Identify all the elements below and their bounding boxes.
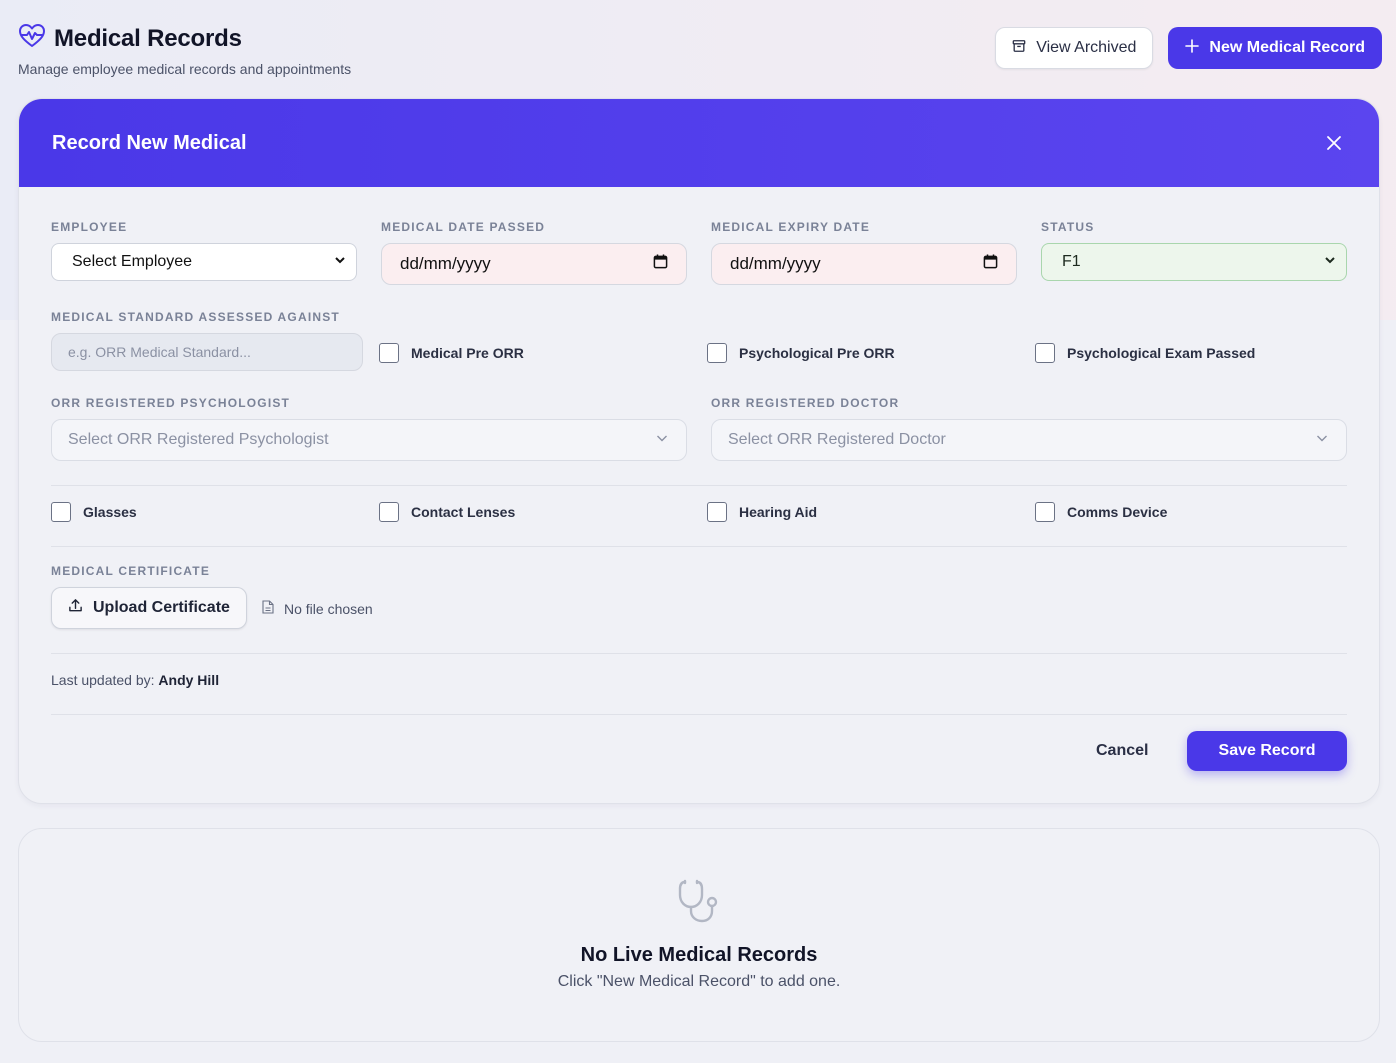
checkbox-box[interactable] xyxy=(379,502,399,522)
checkbox-box[interactable] xyxy=(1035,343,1055,363)
date-passed-value: dd/mm/yyyy xyxy=(400,254,491,273)
standard-placeholder: e.g. ORR Medical Standard... xyxy=(68,344,251,360)
empty-state-card: No Live Medical Records Click "New Medic… xyxy=(18,828,1380,1042)
expiry-date-input[interactable]: dd/mm/yyyy xyxy=(711,243,1017,285)
cancel-button[interactable]: Cancel xyxy=(1096,742,1148,760)
divider xyxy=(51,653,1347,654)
employee-select-value: Select Employee xyxy=(72,253,193,270)
last-updated-user: Andy Hill xyxy=(158,672,220,688)
checkbox-box[interactable] xyxy=(1035,502,1055,522)
view-archived-button[interactable]: View Archived xyxy=(995,27,1154,69)
checkbox-label: Psychological Exam Passed xyxy=(1067,345,1256,361)
new-medical-form-card: Record New Medical Employee Medical Date… xyxy=(18,98,1380,804)
new-medical-record-button[interactable]: New Medical Record xyxy=(1168,27,1382,69)
upload-certificate-button[interactable]: Upload Certificate xyxy=(51,587,247,629)
checkbox-label: Medical Pre ORR xyxy=(411,345,524,361)
empty-state-title: No Live Medical Records xyxy=(580,944,818,966)
employee-label: Employee xyxy=(51,220,128,234)
form-title: Record New Medical xyxy=(52,131,247,154)
last-updated-prefix: Last updated by: xyxy=(51,672,155,688)
archive-icon xyxy=(1012,39,1026,58)
checkbox-box[interactable] xyxy=(379,343,399,363)
upload-certificate-label: Upload Certificate xyxy=(93,599,230,616)
divider xyxy=(51,485,1347,486)
checkbox-label: Hearing Aid xyxy=(739,504,818,520)
plus-icon xyxy=(1185,38,1200,58)
file-status-text: No file chosen xyxy=(284,600,373,617)
status-select-value: F1 xyxy=(1062,253,1081,270)
chevron-down-icon xyxy=(1316,431,1328,449)
chevron-down-icon xyxy=(1324,253,1336,271)
standard-input[interactable]: e.g. ORR Medical Standard... xyxy=(51,333,363,371)
checkbox-label: Glasses xyxy=(83,504,137,520)
empty-state-subtitle: Click "New Medical Record" to add one. xyxy=(557,973,841,990)
checkbox-box[interactable] xyxy=(707,343,727,363)
checkbox-label: Psychological Pre ORR xyxy=(739,345,895,361)
calendar-icon[interactable] xyxy=(983,254,998,274)
stethoscope-icon xyxy=(19,877,1379,930)
checkbox-label: Comms Device xyxy=(1067,504,1168,520)
chevron-down-icon xyxy=(334,253,346,271)
page-header: Medical Records Manage employee medical … xyxy=(18,22,1382,78)
medical-pre-orr-checkbox[interactable]: Medical Pre ORR xyxy=(379,343,524,363)
chevron-down-icon xyxy=(656,431,668,449)
date-passed-input[interactable]: dd/mm/yyyy xyxy=(381,243,687,285)
psychologist-select[interactable]: Select ORR Registered Psychologist xyxy=(51,419,687,461)
checkbox-label: Contact Lenses xyxy=(411,504,516,520)
expiry-date-label: Medical Expiry Date xyxy=(711,220,871,234)
psychologist-placeholder: Select ORR Registered Psychologist xyxy=(68,431,329,448)
checkbox-box[interactable] xyxy=(51,502,71,522)
view-archived-label: View Archived xyxy=(1036,39,1137,56)
file-status: No file chosen xyxy=(262,600,373,617)
doctor-placeholder: Select ORR Registered Doctor xyxy=(728,431,946,448)
last-updated: Last updated by: Andy Hill xyxy=(51,672,219,688)
employee-select[interactable]: Select Employee xyxy=(51,243,357,281)
hearing-aid-checkbox[interactable]: Hearing Aid xyxy=(707,502,817,522)
checkbox-box[interactable] xyxy=(707,502,727,522)
expiry-date-value: dd/mm/yyyy xyxy=(730,254,821,273)
psychological-pre-orr-checkbox[interactable]: Psychological Pre ORR xyxy=(707,343,895,363)
close-icon[interactable] xyxy=(1322,131,1346,155)
certificate-label: Medical Certificate xyxy=(51,564,211,578)
comms-device-checkbox[interactable]: Comms Device xyxy=(1035,502,1167,522)
standard-label: Medical Standard Assessed Against xyxy=(51,310,340,324)
glasses-checkbox[interactable]: Glasses xyxy=(51,502,137,522)
new-medical-record-label: New Medical Record xyxy=(1209,39,1365,56)
doctor-select[interactable]: Select ORR Registered Doctor xyxy=(711,419,1347,461)
psychologist-label: ORR Registered Psychologist xyxy=(51,396,291,410)
contact-lenses-checkbox[interactable]: Contact Lenses xyxy=(379,502,515,522)
calendar-icon[interactable] xyxy=(653,254,668,274)
heart-pulse-icon xyxy=(18,22,46,55)
divider xyxy=(51,714,1347,715)
form-header: Record New Medical xyxy=(19,99,1379,187)
file-icon xyxy=(262,600,274,617)
upload-icon xyxy=(68,598,83,618)
date-passed-label: Medical Date Passed xyxy=(381,220,546,234)
divider xyxy=(51,546,1347,547)
save-record-button[interactable]: Save Record xyxy=(1187,731,1347,771)
header-actions: View Archived New Medical Record xyxy=(995,27,1382,69)
psychological-exam-passed-checkbox[interactable]: Psychological Exam Passed xyxy=(1035,343,1255,363)
page-title: Medical Records xyxy=(54,24,242,52)
status-label: Status xyxy=(1041,220,1095,234)
status-select[interactable]: F1 xyxy=(1041,243,1347,281)
doctor-label: ORR Registered Doctor xyxy=(711,396,900,410)
